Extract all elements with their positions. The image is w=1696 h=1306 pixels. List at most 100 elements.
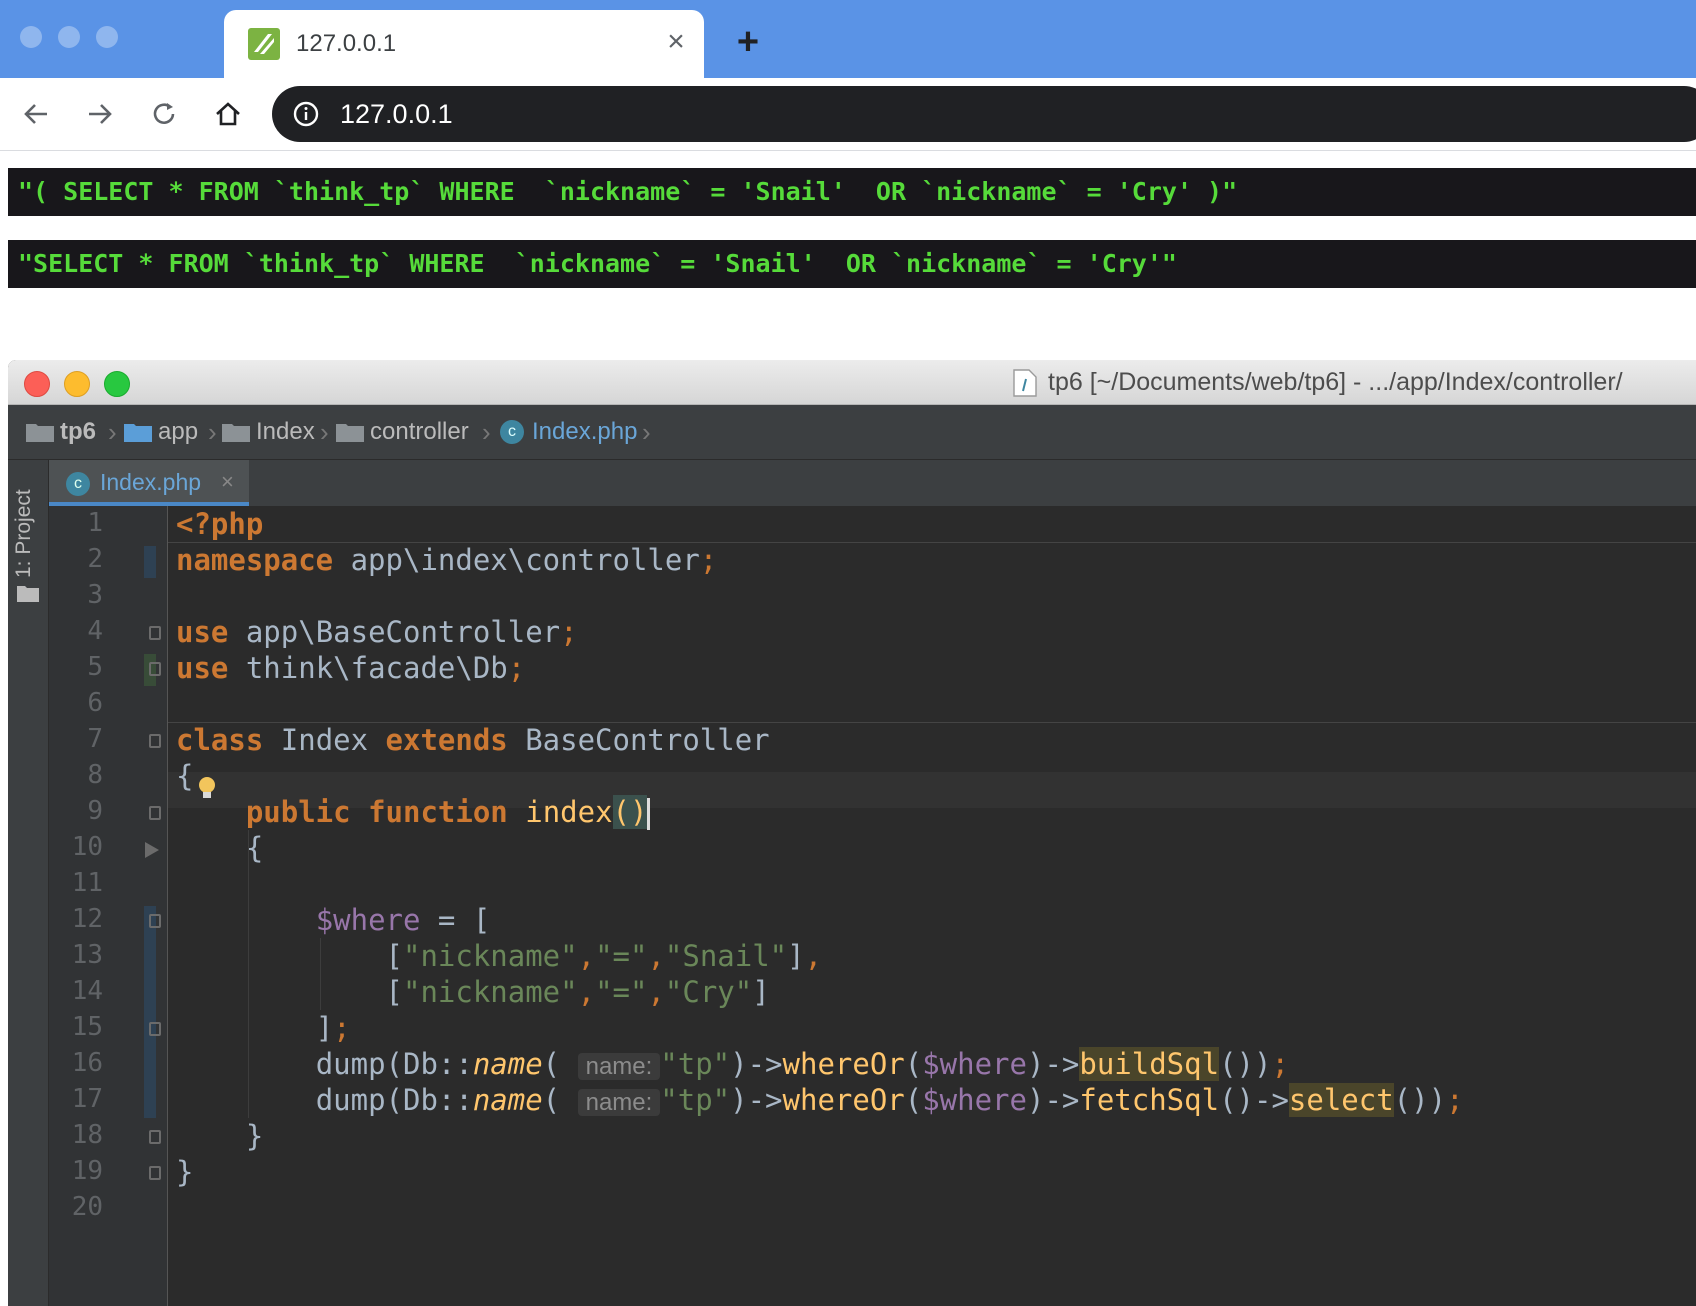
code-token: extends (385, 723, 508, 757)
code-line-7: class Index extends BaseController (176, 722, 770, 758)
code-token: , (647, 939, 665, 973)
url-text[interactable]: 127.0.0.1 (340, 99, 453, 130)
code-token: ; (1271, 1047, 1289, 1081)
line-number: 13 (71, 940, 103, 970)
code-token: () (612, 795, 648, 829)
code-token: { (245, 831, 264, 865)
ide-close-dot[interactable] (24, 371, 50, 397)
code-token: index (525, 795, 613, 829)
breadcrumb-item-index[interactable]: Index (256, 418, 315, 446)
fold-marker-icon[interactable] (149, 1130, 161, 1144)
code-token: class (176, 723, 264, 757)
code-token: "nickname" (402, 975, 578, 1009)
code-token: dump(Db:: (315, 1083, 473, 1117)
code-line-4: use app\BaseController; (176, 614, 578, 650)
fold-marker-icon[interactable] (149, 1166, 161, 1180)
editor-tab-index-php[interactable]: c Index.php × (49, 460, 249, 506)
code-line-15: ]; (176, 1010, 351, 1046)
chevron-right-icon: › (320, 417, 329, 447)
line-number: 16 (71, 1048, 103, 1078)
editor-tab-label: Index.php (100, 469, 202, 495)
code-token: ] (315, 1011, 334, 1045)
editor-tab-close-icon[interactable]: × (221, 469, 234, 495)
code-line-19: } (176, 1154, 193, 1190)
code-token: ; (333, 1011, 351, 1045)
code-token: buildSql (1079, 1047, 1220, 1081)
run-gutter-icon[interactable] (145, 842, 159, 858)
code-token: BaseController (507, 723, 770, 757)
chevron-right-icon: › (642, 417, 651, 447)
code-token: public (245, 795, 351, 829)
folder-icon (222, 424, 250, 442)
fold-marker-icon[interactable] (149, 1022, 161, 1036)
breadcrumb-item-file[interactable]: Index.php (532, 418, 637, 446)
code-token: } (176, 1155, 194, 1189)
ide-minimize-dot[interactable] (64, 371, 90, 397)
ide-maximize-dot[interactable] (104, 371, 130, 397)
code-token: "nickname" (402, 939, 578, 973)
code-token: , (577, 939, 596, 973)
line-number: 18 (71, 1120, 103, 1150)
code-token: app\index\controller (333, 543, 700, 577)
code-token: "=" (595, 975, 648, 1009)
home-icon (216, 102, 240, 126)
line-number: 1 (87, 508, 103, 538)
code-token: "tp" (660, 1047, 731, 1081)
code-line-5: use think\facade\Db; (176, 650, 525, 686)
forward-button[interactable] (76, 90, 124, 138)
code-line-1: <?php (176, 506, 263, 542)
reload-icon (153, 103, 175, 124)
browser-tab[interactable]: 127.0.0.1 × (224, 10, 704, 78)
ide-titlebar: tp6 [~/Documents/web/tp6] - .../app/Inde… (8, 360, 1696, 405)
line-number: 11 (71, 868, 103, 898)
browser-tabstrip: 127.0.0.1 × + (0, 0, 1696, 78)
window-maximize-dot[interactable] (96, 26, 118, 48)
address-bar[interactable]: 127.0.0.1 (272, 86, 1696, 142)
new-tab-button[interactable]: + (728, 22, 768, 62)
line-number: 14 (71, 976, 103, 1006)
window-close-dot[interactable] (20, 26, 42, 48)
code-token: , (647, 975, 665, 1009)
code-token: ] (787, 939, 805, 973)
fold-marker-icon[interactable] (149, 914, 161, 928)
code-token: { (176, 759, 194, 793)
line-number: 19 (71, 1156, 103, 1186)
line-number: 6 (87, 688, 103, 718)
folder-icon (26, 424, 54, 442)
back-button[interactable] (12, 90, 60, 138)
ide-window: tp6 [~/Documents/web/tp6] - .../app/Inde… (8, 360, 1696, 1306)
code-token: ; (699, 543, 718, 577)
arrow-left-icon (24, 104, 47, 124)
window-minimize-dot[interactable] (58, 26, 80, 48)
info-icon[interactable] (292, 100, 320, 128)
code-token: )-> (730, 1083, 783, 1117)
fold-marker-icon[interactable] (149, 734, 161, 748)
code-token: ; (1446, 1083, 1464, 1117)
home-button[interactable] (204, 90, 252, 138)
line-number: 15 (71, 1012, 103, 1042)
breadcrumb-item-tp6[interactable]: tp6 (60, 418, 96, 446)
line-number: 9 (87, 796, 103, 826)
fold-marker-icon[interactable] (149, 626, 161, 640)
code-token: name (472, 1047, 543, 1081)
project-panel-toggle[interactable]: 1: Project (12, 468, 44, 578)
tab-close-icon[interactable]: × (658, 24, 694, 60)
code-editor[interactable]: <?php namespace app\index\controller; us… (168, 506, 1696, 1306)
code-line-14: ["nickname","=","Cry"] (176, 974, 770, 1010)
reload-button[interactable] (140, 90, 188, 138)
php-class-icon: c (66, 472, 90, 496)
line-number: 2 (87, 544, 103, 574)
fold-marker-icon[interactable] (149, 662, 161, 676)
code-token: whereOr (782, 1047, 905, 1081)
breadcrumb-item-app[interactable]: app (158, 418, 198, 446)
chevron-right-icon: › (482, 417, 491, 447)
sql-dump-output-1: "( SELECT * FROM `think_tp` WHERE `nickn… (8, 168, 1696, 216)
change-marker (144, 546, 156, 578)
breadcrumb-item-controller[interactable]: controller (370, 418, 469, 446)
line-number: 20 (71, 1192, 103, 1222)
code-token: [ (385, 975, 403, 1009)
php-class-icon: c (500, 420, 524, 444)
project-tool-strip: 1: Project (8, 460, 49, 1306)
text-caret (647, 798, 651, 830)
fold-marker-icon[interactable] (149, 806, 161, 820)
